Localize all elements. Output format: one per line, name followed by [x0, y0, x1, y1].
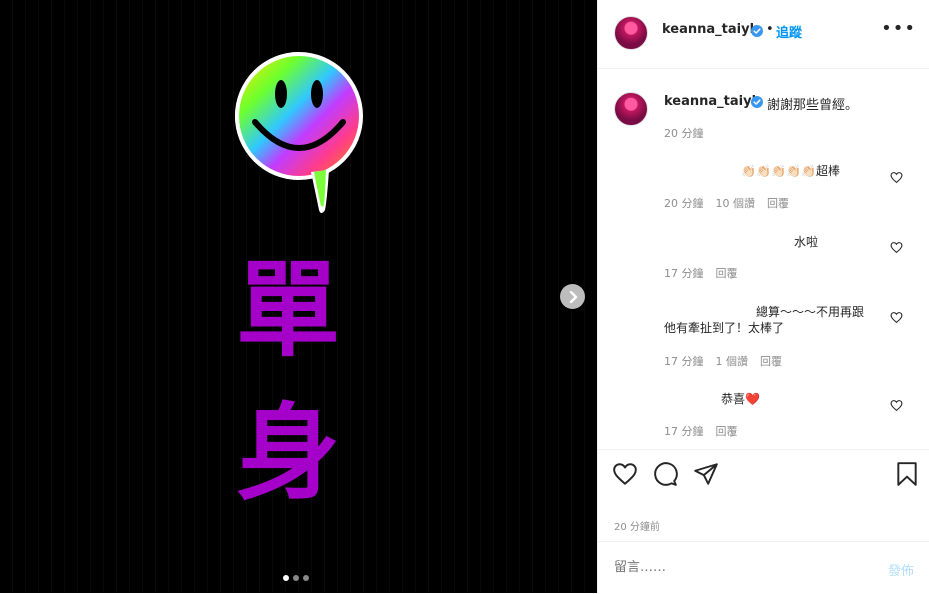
carousel-dot-active	[283, 575, 289, 581]
like-comment-heart-icon[interactable]	[890, 241, 903, 254]
comment-time[interactable]: 17 分鐘	[664, 355, 704, 368]
comment-text: 👏🏻👏🏻👏🏻👏🏻👏🏻超棒	[741, 164, 840, 178]
next-slide-button[interactable]	[560, 284, 585, 309]
avatar[interactable]	[614, 16, 648, 50]
add-comment-bar: 發佈	[598, 541, 929, 594]
comment-time[interactable]: 20 分鐘	[664, 197, 704, 210]
caption-time[interactable]: 20 分鐘	[664, 125, 704, 141]
post-media[interactable]: 單 身	[0, 0, 597, 593]
comment-text-line1: 總算～～～不用再跟	[755, 305, 864, 319]
post-time-ago[interactable]: 20 分鐘前	[614, 518, 660, 533]
reply-button[interactable]: 回覆	[716, 425, 738, 438]
post-sidebar: keanna_taiyh • 追蹤 ••• keanna_taiyh 謝謝那些曾…	[597, 0, 929, 593]
caption-text: 謝謝那些曾經。	[767, 98, 859, 113]
caption-username[interactable]: keanna_taiyh	[664, 94, 761, 109]
follow-button[interactable]: 追蹤	[776, 22, 802, 41]
comment-meta: 17 分鐘 回覆	[664, 265, 750, 281]
comment-text-line2: 他有牽扯到了！太棒了	[664, 321, 785, 335]
comment-meta: 20 分鐘 10 個讚 回覆	[664, 195, 801, 211]
carousel-dot	[293, 575, 299, 581]
share-paper-plane-icon[interactable]	[693, 461, 719, 487]
verified-badge-icon	[751, 25, 763, 37]
save-bookmark-icon[interactable]	[894, 461, 920, 487]
comment-text: 恭喜❤️	[721, 392, 760, 406]
post-header: keanna_taiyh • 追蹤 •••	[598, 0, 929, 69]
overlay-char-single: 單	[235, 249, 340, 371]
reply-button[interactable]: 回覆	[760, 355, 782, 368]
reply-button[interactable]: 回覆	[767, 197, 789, 210]
comment-meta: 17 分鐘 回覆	[664, 423, 750, 439]
comment-meta: 17 分鐘 1 個讚 回覆	[664, 353, 794, 369]
header-username[interactable]: keanna_taiyh	[662, 22, 759, 37]
verified-badge-icon	[751, 96, 763, 108]
post-comment-button[interactable]: 發佈	[888, 560, 914, 579]
chevron-right-icon	[569, 290, 577, 303]
comment-text: 水啦	[793, 235, 818, 249]
like-comment-heart-icon[interactable]	[890, 171, 903, 184]
carousel-indicator	[283, 575, 309, 581]
comment-likes[interactable]: 1 個讚	[716, 355, 749, 368]
carousel-dot	[303, 575, 309, 581]
like-comment-heart-icon[interactable]	[890, 399, 903, 412]
comment-input[interactable]	[614, 560, 864, 575]
reply-button[interactable]: 回覆	[716, 267, 738, 280]
more-options-button[interactable]: •••	[881, 20, 916, 38]
like-heart-icon[interactable]	[612, 461, 638, 487]
comment-time[interactable]: 17 分鐘	[664, 425, 704, 438]
caption-avatar[interactable]	[614, 92, 648, 126]
overlay-char-body: 身	[235, 392, 340, 514]
instagram-post-viewer: 單 身 keanna_taiyh • 追蹤 ••• keanna_taiyh 謝…	[0, 0, 929, 593]
melting-smiley-icon	[235, 52, 363, 213]
comment-likes[interactable]: 10 個讚	[716, 197, 756, 210]
separator-bullet: •	[766, 22, 774, 37]
comment-time[interactable]: 17 分鐘	[664, 267, 704, 280]
like-comment-heart-icon[interactable]	[890, 311, 903, 324]
comment-bubble-icon[interactable]	[652, 461, 678, 487]
